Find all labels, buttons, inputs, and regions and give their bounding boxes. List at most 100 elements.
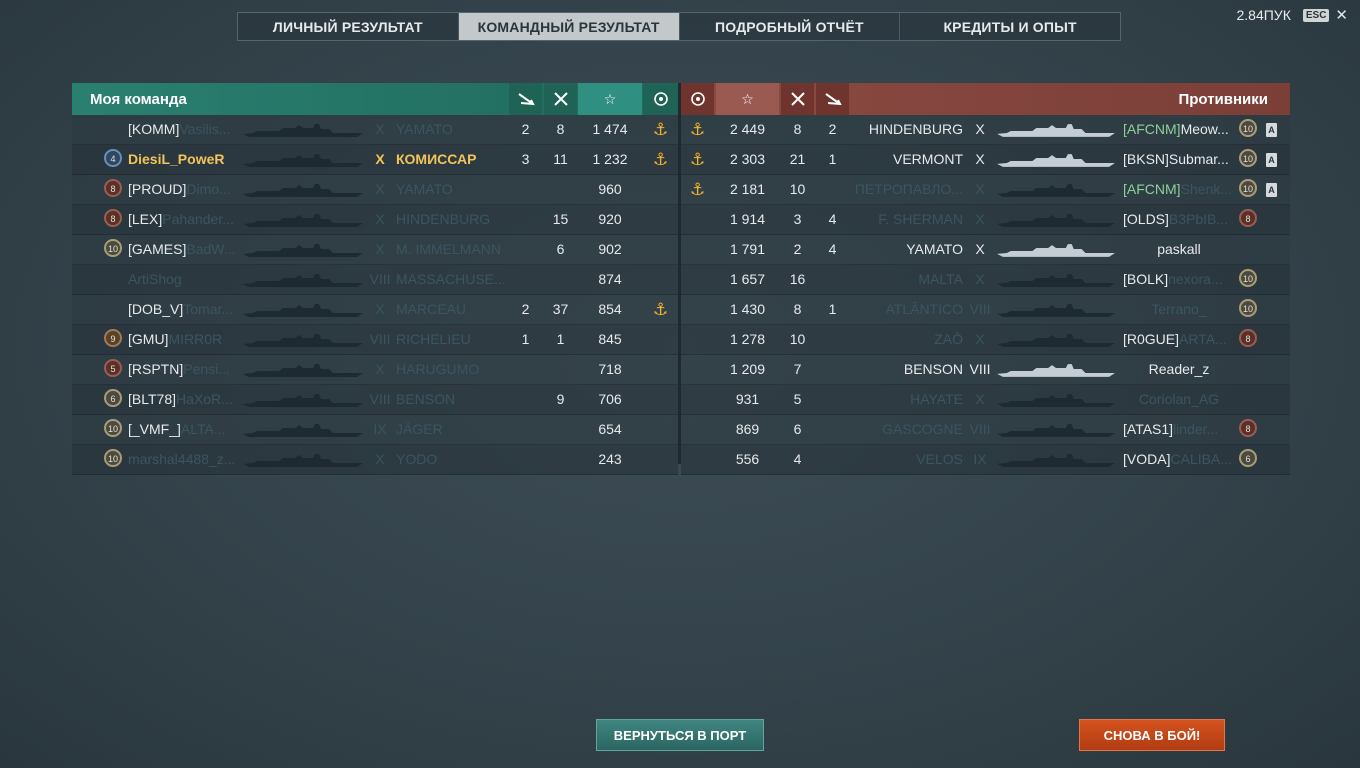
ship-silhouette bbox=[243, 274, 363, 287]
player-nickname: Shenk... bbox=[1180, 181, 1232, 197]
player-name: paskall bbox=[1123, 235, 1235, 264]
tab-credits-xp[interactable]: КРЕДИТЫ И ОПЫТ bbox=[900, 13, 1120, 40]
ship-tier: X bbox=[975, 241, 985, 257]
torpedo-icon[interactable] bbox=[509, 83, 542, 115]
table-row[interactable]: 1 209 7 BENSON VIII Reader_z bbox=[681, 355, 1290, 385]
currency-value: 2.84ПУК bbox=[1236, 7, 1291, 23]
table-row[interactable]: 1 278 10 ZAŌ X [R0GUE]ARTA... 8 bbox=[681, 325, 1290, 355]
frags bbox=[544, 355, 577, 384]
clan-tag: [BKSN] bbox=[1123, 151, 1169, 167]
ship-tier: X bbox=[975, 121, 985, 137]
wreath-icon[interactable] bbox=[643, 83, 678, 115]
torpedo-hits: 2 bbox=[828, 121, 837, 137]
my-team-title: Моя команда bbox=[90, 90, 187, 108]
clan-tag: [BLT78] bbox=[128, 391, 176, 407]
ship-silhouette bbox=[997, 124, 1115, 137]
player-nickname: marshal4488_z... bbox=[128, 451, 236, 467]
table-row[interactable]: ArtiShog VIII MASSACHUSE... 874 bbox=[72, 265, 678, 295]
player-nickname: paskall bbox=[1157, 241, 1201, 257]
close-icon[interactable]: ✕ bbox=[1335, 6, 1348, 24]
enemy-team-rows: ⚓ 2 449 8 2 HINDENBURG X [AFCNM]Meow... 10 A ⚓ 2 3… bbox=[681, 115, 1290, 475]
player-nickname: Submar... bbox=[1168, 151, 1229, 167]
star-icon[interactable]: ☆ bbox=[578, 83, 642, 115]
frags: 6 bbox=[556, 241, 565, 257]
clan-tag: [R0GUE] bbox=[1123, 331, 1180, 347]
frags: 11 bbox=[553, 151, 568, 167]
tab-detailed-report[interactable]: ПОДРОБНЫЙ ОТЧЁТ bbox=[680, 13, 901, 40]
table-row[interactable]: 9 [GMU]MIRR0R VIII RICHELIEU 1 1 845 bbox=[72, 325, 678, 355]
player-name: [LEX]Pahander... bbox=[128, 205, 240, 234]
my-team-panel: Моя команда ☆ [KOMM]Vasilis... X YAMATO 2 8 1… bbox=[72, 83, 678, 475]
base-xp: 1 278 bbox=[729, 331, 766, 347]
ship-name: RICHELIEU bbox=[396, 331, 471, 347]
table-row[interactable]: ⚓ 2 449 8 2 HINDENBURG X [AFCNM]Meow... 10 A bbox=[681, 115, 1290, 145]
frags: 8 bbox=[793, 301, 802, 317]
table-row[interactable]: ⚓ 2 303 21 1 VERMONT X [BKSN]Submar... 10 A bbox=[681, 145, 1290, 175]
ship-name: HARUGUMO bbox=[396, 361, 480, 377]
torpedo-hits: 4 bbox=[828, 211, 837, 227]
table-row[interactable]: 5 [RSPTN]Pensi... X HARUGUMO 718 bbox=[72, 355, 678, 385]
table-row[interactable]: 869 6 GASCOGNE VIII [ATAS1]linder... 8 bbox=[681, 415, 1290, 445]
frags: 37 bbox=[552, 301, 569, 317]
ship-silhouette bbox=[243, 304, 363, 317]
table-row[interactable]: 4 DiesiL_PoweR X КОМИССАР 3 11 1 232 ⚓ bbox=[72, 145, 678, 175]
player-name: [BOLK]nexora... bbox=[1123, 265, 1235, 294]
table-row[interactable]: 10 [_VMF_]ALTA... IX JÄGER 654 bbox=[72, 415, 678, 445]
table-row[interactable]: [DOB_V]Tomar... X MARCEAU 2 37 854 ⚓ bbox=[72, 295, 678, 325]
base-xp: 706 bbox=[598, 391, 622, 407]
ship-tier: X bbox=[975, 151, 985, 167]
star-icon[interactable]: ☆ bbox=[716, 83, 779, 115]
wreath-icon[interactable] bbox=[681, 83, 714, 115]
table-row[interactable]: 1 430 8 1 ATLÂNTICO VIII Terrano_ 10 bbox=[681, 295, 1290, 325]
player-name: [GMU]MIRR0R bbox=[128, 325, 240, 354]
tab-team-result[interactable]: КОМАНДНЫЙ РЕЗУЛЬТАТ bbox=[458, 13, 680, 40]
torpedo-hits: 4 bbox=[828, 241, 837, 257]
crossed-swords-icon[interactable] bbox=[544, 83, 577, 115]
player-nickname: linder... bbox=[1173, 421, 1219, 437]
player-name: [ATAS1]linder... bbox=[1123, 415, 1235, 444]
player-name: [KOMM]Vasilis... bbox=[128, 115, 240, 144]
ship-name: HAYATE bbox=[910, 391, 963, 407]
ship-name: M. IMMELMANN bbox=[396, 241, 501, 257]
ship-tier: X bbox=[975, 181, 985, 197]
ship-tier: VIII bbox=[969, 361, 991, 377]
table-row[interactable]: [KOMM]Vasilis... X YAMATO 2 8 1 474 ⚓ bbox=[72, 115, 678, 145]
ship-tier: X bbox=[375, 181, 385, 197]
esc-badge[interactable]: ESC bbox=[1302, 8, 1330, 22]
torpedo-hits bbox=[509, 175, 542, 204]
result-tabs: ЛИЧНЫЙ РЕЗУЛЬТАТ КОМАНДНЫЙ РЕЗУЛЬТАТ ПОД… bbox=[237, 12, 1121, 41]
clan-tag: [GMU] bbox=[128, 331, 169, 347]
table-row[interactable]: 8 [PROUD]Dimo... X YAMATO 960 bbox=[72, 175, 678, 205]
base-xp: 845 bbox=[598, 331, 622, 347]
ship-name: YODO bbox=[396, 451, 438, 467]
tab-personal-result[interactable]: ЛИЧНЫЙ РЕЗУЛЬТАТ bbox=[238, 13, 459, 40]
torpedo-icon[interactable] bbox=[816, 83, 849, 115]
table-row[interactable]: 1 657 16 MALTA X [BOLK]nexora... 10 bbox=[681, 265, 1290, 295]
player-nickname: Pensi... bbox=[183, 361, 230, 377]
table-row[interactable]: 10 marshal4488_z... X YODO 243 bbox=[72, 445, 678, 475]
player-nickname: BadW... bbox=[186, 241, 236, 257]
player-nickname: Meow... bbox=[1180, 121, 1229, 137]
table-row[interactable]: 6 [BLT78]HaXoR... VIII BENSON 9 706 bbox=[72, 385, 678, 415]
table-row[interactable]: 556 4 VELOS IX [VODA]CALIBA... 6 bbox=[681, 445, 1290, 475]
player-nickname: B3PbIB... bbox=[1168, 211, 1229, 227]
ship-name: ATLÂNTICO bbox=[885, 301, 963, 317]
player-nickname: MIRR0R bbox=[168, 331, 223, 347]
player-nickname: nexora... bbox=[1168, 271, 1223, 287]
base-xp: 920 bbox=[598, 211, 622, 227]
table-row[interactable]: 931 5 HAYATE X Coriolan_AG bbox=[681, 385, 1290, 415]
ship-silhouette bbox=[997, 214, 1115, 227]
table-row[interactable]: ⚓ 2 181 10 ПЕТРОПАВЛО... X [AFCNM]Shenk... 10 A bbox=[681, 175, 1290, 205]
table-row[interactable]: 10 [GAMES]BadW... X M. IMMELMANN 6 902 bbox=[72, 235, 678, 265]
anchor-icon: ⚓ bbox=[652, 150, 669, 169]
table-row[interactable]: 1 791 2 4 YAMATO Xpaskall bbox=[681, 235, 1290, 265]
table-row[interactable]: 1 914 3 4 F. SHERMAN X [OLDS]B3PbIB... 8 bbox=[681, 205, 1290, 235]
crossed-swords-icon[interactable] bbox=[781, 83, 814, 115]
return-to-port-button[interactable]: ВЕРНУТЬСЯ В ПОРТ bbox=[596, 719, 764, 751]
ship-tier: IX bbox=[973, 451, 987, 467]
player-nickname: DiesiL_PoweR bbox=[128, 151, 225, 167]
table-row[interactable]: 8 [LEX]Pahander... X HINDENBURG 15 920 bbox=[72, 205, 678, 235]
clan-tag: [ATAS1] bbox=[1123, 421, 1174, 437]
frags: 2 bbox=[793, 241, 802, 257]
battle-again-button[interactable]: СНОВА В БОЙ! bbox=[1079, 719, 1225, 751]
